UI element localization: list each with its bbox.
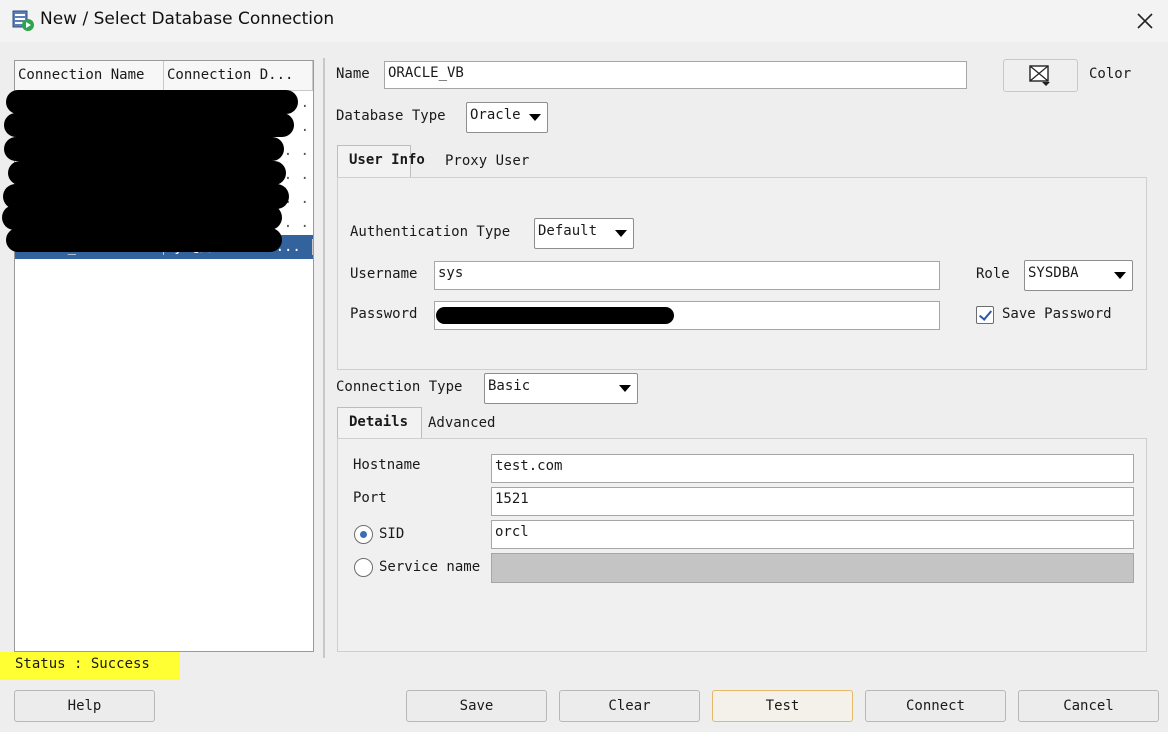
- redacted-area: [4, 137, 284, 161]
- pane-divider[interactable]: [323, 58, 325, 658]
- redacted-area: [8, 161, 286, 185]
- connection-type-value: Basic: [488, 378, 531, 394]
- connect-button-label: Connect: [905, 698, 965, 714]
- service-name-input: [491, 553, 1134, 583]
- connection-type-select[interactable]: Basic: [484, 373, 638, 404]
- authentication-type-select[interactable]: Default: [534, 218, 634, 249]
- cancel-button[interactable]: Cancel: [1018, 690, 1159, 722]
- database-type-value: Oracle: [470, 107, 521, 123]
- tab-details[interactable]: Details: [337, 407, 422, 439]
- connect-button[interactable]: Connect: [865, 690, 1006, 722]
- authentication-type-label: Authentication Type: [350, 224, 511, 240]
- role-select[interactable]: SYSDBA: [1024, 260, 1133, 291]
- name-input[interactable]: ORACLE_VB: [384, 61, 967, 89]
- redacted-area: [4, 113, 294, 137]
- password-label: Password: [350, 306, 418, 322]
- close-button[interactable]: [1130, 6, 1160, 36]
- service-name-radio[interactable]: [354, 558, 373, 577]
- test-button[interactable]: Test: [712, 690, 853, 722]
- help-button[interactable]: Help: [14, 690, 155, 722]
- connection-list-header: Connection Name Connection D...: [15, 61, 313, 91]
- database-type-select[interactable]: Oracle: [466, 102, 548, 133]
- color-picker-icon: [1029, 65, 1050, 86]
- save-button[interactable]: Save: [406, 690, 547, 722]
- database-type-label: Database Type: [336, 108, 446, 124]
- connection-type-label: Connection Type: [336, 379, 463, 395]
- chevron-down-icon: [1114, 272, 1126, 279]
- help-button-label: Help: [67, 698, 102, 714]
- column-header-connection-name[interactable]: Connection Name: [15, 61, 164, 90]
- username-label: Username: [350, 266, 418, 282]
- status-text: Status : Success: [15, 656, 150, 672]
- redacted-password: [436, 307, 674, 324]
- color-label: Color: [1089, 66, 1132, 82]
- username-input[interactable]: sys: [434, 261, 940, 290]
- redacted-area: [6, 90, 298, 114]
- save-button-label: Save: [459, 698, 494, 714]
- save-password-label: Save Password: [1002, 306, 1112, 322]
- save-password-checkbox[interactable]: [976, 306, 994, 324]
- chevron-down-icon: [619, 385, 631, 392]
- chevron-down-icon: [529, 114, 541, 121]
- tab-proxy-user[interactable]: Proxy User: [445, 145, 529, 169]
- hostname-input[interactable]: test.com: [491, 454, 1134, 483]
- redacted-area: [2, 205, 282, 230]
- tab-advanced[interactable]: Advanced: [428, 407, 495, 431]
- sid-input[interactable]: orcl: [491, 520, 1134, 549]
- port-label: Port: [353, 490, 387, 506]
- port-input[interactable]: 1521: [491, 487, 1134, 516]
- hostname-label: Hostname: [353, 457, 421, 473]
- tab-user-info[interactable]: User Info: [337, 145, 425, 178]
- color-button[interactable]: [1003, 59, 1078, 92]
- close-icon: [1137, 13, 1153, 29]
- column-header-connection-details[interactable]: Connection D...: [164, 61, 313, 90]
- clear-button[interactable]: Clear: [559, 690, 700, 722]
- role-label: Role: [976, 266, 1010, 282]
- database-app-icon: [12, 10, 34, 31]
- sid-radio[interactable]: [354, 525, 373, 544]
- name-label: Name: [336, 66, 370, 82]
- cancel-button-label: Cancel: [1063, 698, 1114, 714]
- authentication-type-value: Default: [538, 223, 598, 239]
- chevron-down-icon: [615, 230, 627, 237]
- window-title: New / Select Database Connection: [40, 9, 335, 29]
- sid-label: SID: [379, 526, 405, 542]
- clear-button-label: Clear: [608, 698, 651, 714]
- role-value: SYSDBA: [1028, 265, 1079, 281]
- service-name-label: Service name: [379, 559, 481, 575]
- test-button-label: Test: [765, 698, 800, 714]
- redacted-area: [6, 228, 282, 252]
